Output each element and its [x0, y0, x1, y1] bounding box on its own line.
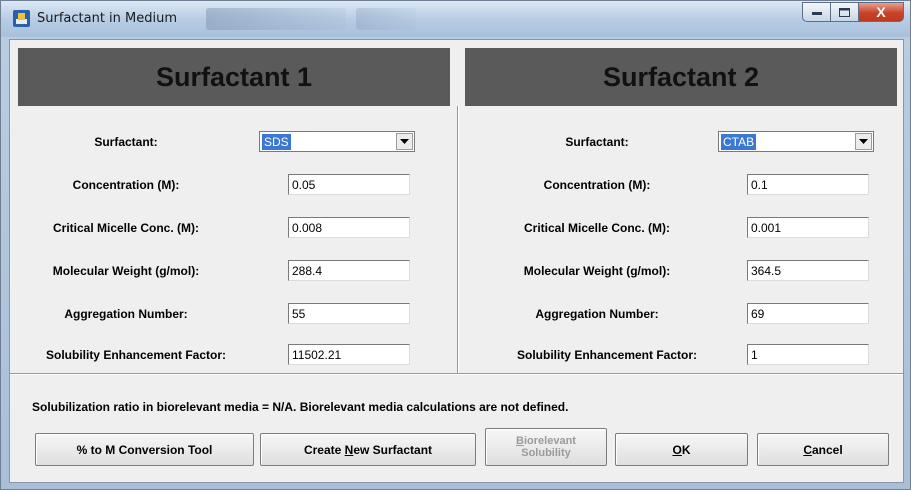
- chevron-down-icon: [859, 139, 868, 144]
- surfactant2-header-title: Surfactant 2: [602, 61, 760, 92]
- s2-cmc-field[interactable]: 0.001: [747, 217, 869, 238]
- biorelevant-note: Solubilization ratio in biorelevant medi…: [32, 400, 569, 414]
- s1-mw-label: Molecular Weight (g/mol):: [52, 264, 200, 278]
- maximize-icon: [839, 7, 850, 17]
- s1-surfactant-label: Surfactant:: [94, 135, 158, 149]
- maximize-button[interactable]: [830, 2, 858, 22]
- surfactant1-header-title: Surfactant 1: [155, 61, 313, 92]
- s2-surfactant-selected: CTAB: [721, 134, 757, 150]
- s2-surfactant-select[interactable]: CTAB: [718, 131, 874, 152]
- title-bar[interactable]: Surfactant in Medium X: [1, 1, 910, 37]
- s1-dropdown-button[interactable]: [396, 133, 413, 150]
- close-button[interactable]: X: [858, 2, 904, 22]
- s1-sef-label: Solubility Enhancement Factor:: [45, 348, 227, 362]
- s1-concentration-label: Concentration (M):: [72, 178, 180, 192]
- s1-cmc-label: Critical Micelle Conc. (M):: [52, 221, 200, 235]
- s2-sef-label: Solubility Enhancement Factor:: [516, 348, 698, 362]
- s2-sef-field[interactable]: 1: [747, 344, 869, 365]
- s2-cmc-label: Critical Micelle Conc. (M):: [523, 221, 671, 235]
- minimize-icon: [811, 12, 822, 15]
- s2-surfactant-label: Surfactant:: [565, 135, 629, 149]
- s1-mw-field[interactable]: 288.4: [288, 260, 410, 281]
- s1-sef-field[interactable]: 11502.21: [288, 344, 410, 365]
- biorelevant-solubility-label: Biorelevant Solubility: [516, 435, 576, 459]
- s2-mw-label: Molecular Weight (g/mol):: [523, 264, 671, 278]
- s2-mw-field[interactable]: 364.5: [747, 260, 869, 281]
- s1-concentration-field[interactable]: 0.05: [288, 174, 410, 195]
- surfactant2-header: Surfactant 2: [465, 48, 897, 106]
- s1-surfactant-select[interactable]: SDS: [259, 131, 415, 152]
- s2-aggregation-label: Aggregation Number:: [535, 307, 659, 321]
- create-surfactant-button[interactable]: Create New Surfactant: [260, 433, 476, 466]
- panel-divider: [457, 106, 459, 374]
- close-icon: X: [876, 4, 886, 20]
- app-icon: [13, 10, 30, 27]
- dialog-window: Surfactant in Medium X Surfactant 1 Surf…: [0, 0, 911, 490]
- ok-button[interactable]: OK: [615, 433, 748, 466]
- s1-cmc-field[interactable]: 0.008: [288, 217, 410, 238]
- conversion-tool-button[interactable]: % to M Conversion Tool: [35, 433, 254, 466]
- section-divider: [10, 373, 903, 375]
- minimize-button[interactable]: [802, 2, 830, 22]
- s1-aggregation-label: Aggregation Number:: [64, 307, 188, 321]
- cancel-label: Cancel: [803, 442, 843, 457]
- s1-aggregation-field[interactable]: 55: [288, 303, 410, 324]
- s2-concentration-field[interactable]: 0.1: [747, 174, 869, 195]
- s2-aggregation-field[interactable]: 69: [747, 303, 869, 324]
- create-surfactant-label: Create New Surfactant: [303, 442, 433, 457]
- surfactant1-header: Surfactant 1: [18, 48, 450, 106]
- title-bar-decoration: [356, 8, 416, 30]
- conversion-tool-label: % to M Conversion Tool: [76, 442, 213, 457]
- s2-dropdown-button[interactable]: [855, 133, 872, 150]
- window-title: Surfactant in Medium: [37, 11, 178, 26]
- s1-surfactant-selected: SDS: [262, 134, 291, 150]
- s2-concentration-label: Concentration (M):: [543, 178, 651, 192]
- title-bar-decoration: [206, 8, 346, 30]
- cancel-button[interactable]: Cancel: [757, 433, 889, 466]
- dialog-body: Surfactant 1 Surfactant 2 Surfactant: SD…: [9, 39, 904, 483]
- chevron-down-icon: [400, 139, 409, 144]
- ok-label: OK: [672, 442, 691, 457]
- biorelevant-solubility-button[interactable]: Biorelevant Solubility: [485, 428, 607, 466]
